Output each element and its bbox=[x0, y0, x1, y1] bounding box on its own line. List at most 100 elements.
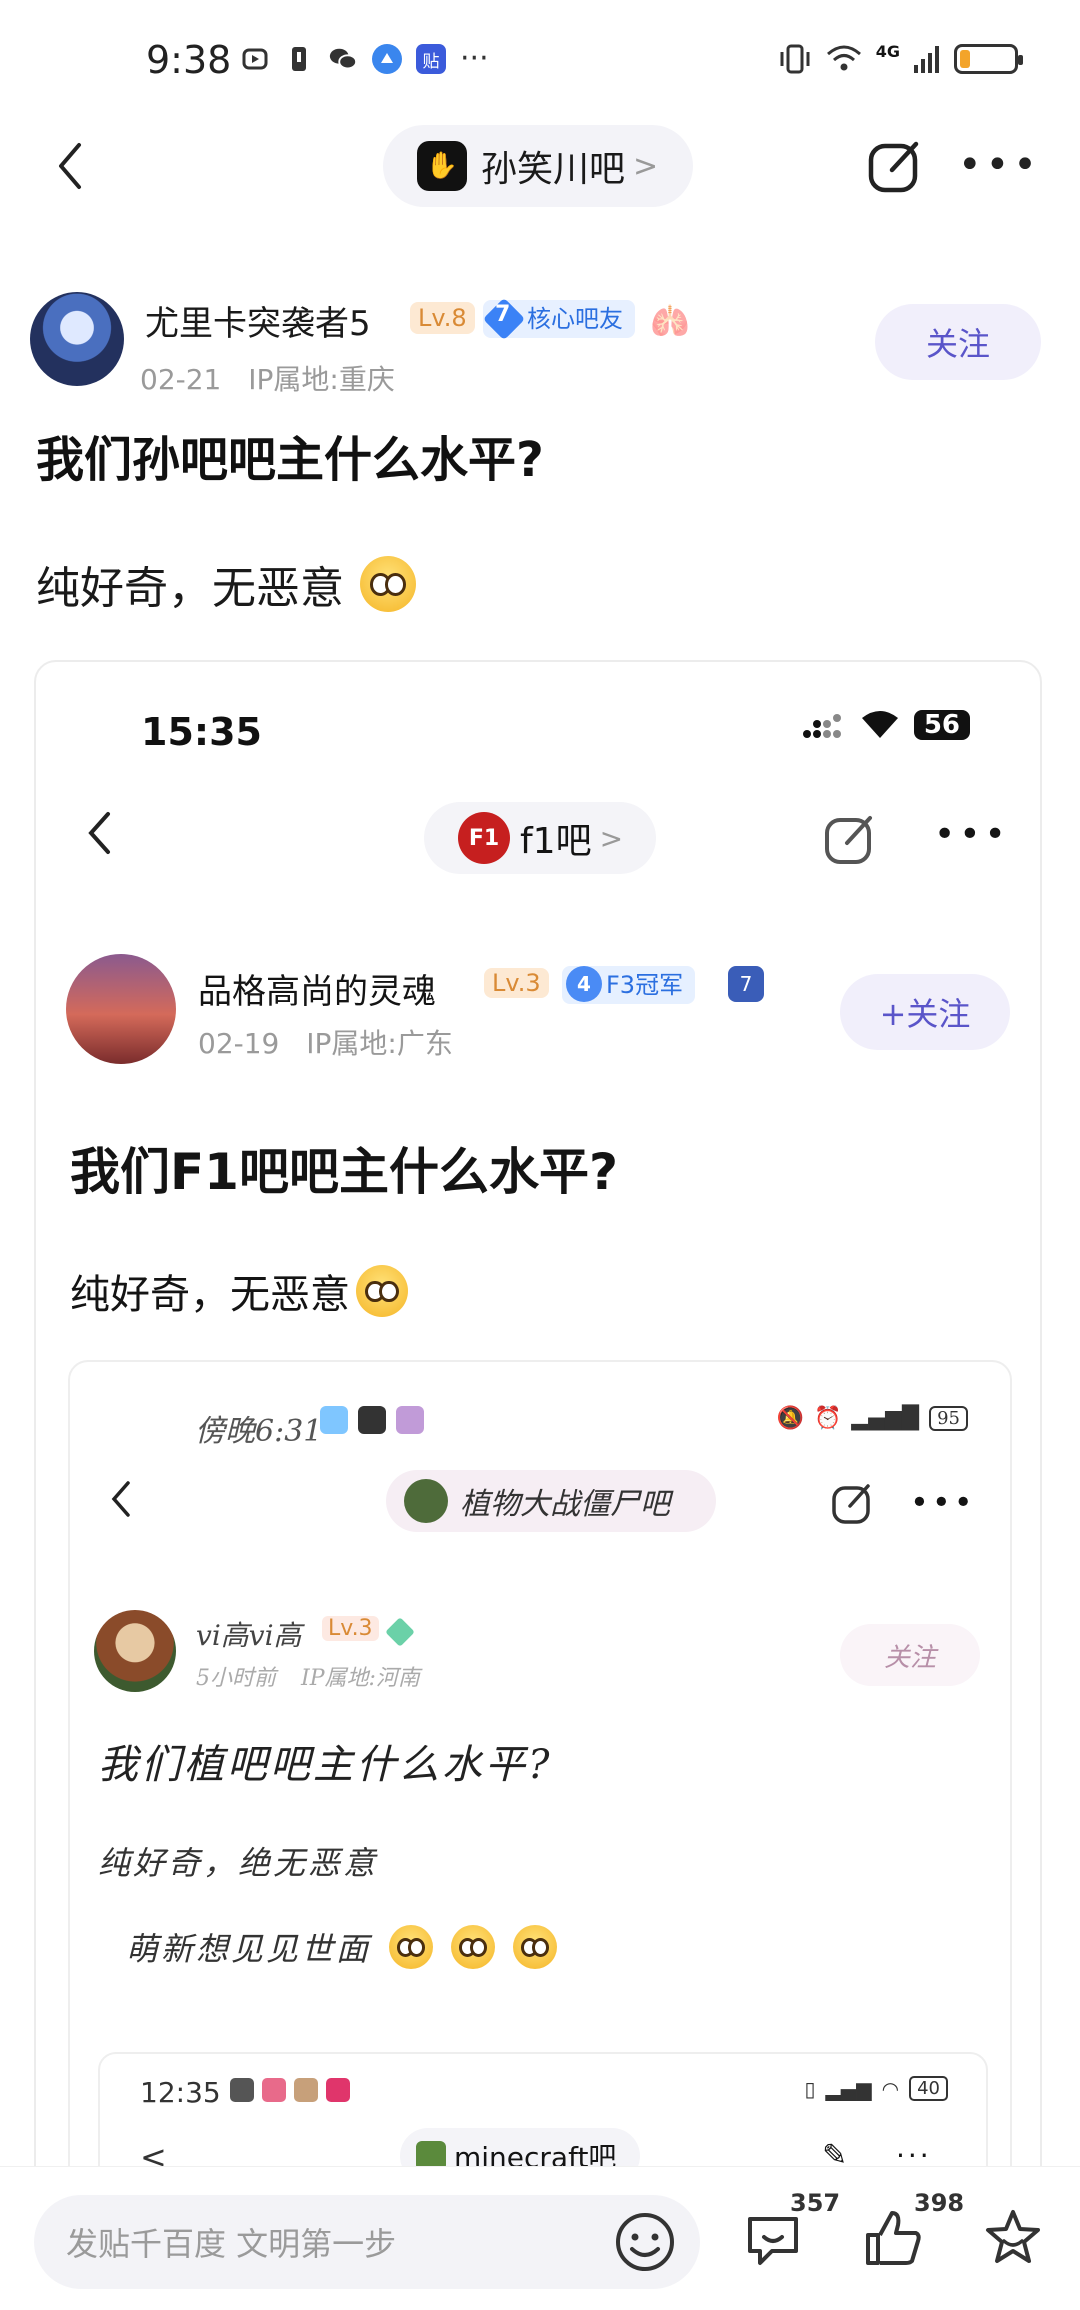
notification-icon bbox=[284, 44, 314, 74]
avatar bbox=[94, 1610, 176, 1692]
pleading-emoji-icon bbox=[513, 1925, 558, 1969]
follow-button[interactable]: 关注 bbox=[875, 304, 1041, 380]
app-icon bbox=[326, 2078, 350, 2102]
badge-number: 7 bbox=[495, 302, 511, 327]
embedded-post-title: 我们F1吧吧主什么水平? bbox=[70, 1143, 618, 1201]
signal-icon: ▂▄▆█ bbox=[851, 1406, 920, 1431]
vibrate-icon bbox=[780, 44, 810, 74]
nested-post-body-line2: 萌新想见见世面 bbox=[126, 1924, 558, 1970]
signal-icon: ▂▄▆ bbox=[825, 2076, 872, 2101]
forum-avatar: ✋ bbox=[417, 141, 467, 191]
avatar bbox=[66, 954, 176, 1064]
level-badge: Lv.3 bbox=[322, 1616, 379, 1641]
status-time: 9:38 bbox=[146, 38, 232, 82]
f1-forum-logo: F1 bbox=[458, 812, 510, 864]
emoji-picker-icon[interactable] bbox=[614, 2211, 676, 2273]
post-ip: IP属地:重庆 bbox=[248, 363, 395, 396]
post-author: 尤里卡突袭者5 Lv.8 核心吧友 7 🫁 02-21 IP属地:重庆 关注 bbox=[0, 282, 1080, 402]
battery-icon bbox=[954, 44, 1023, 74]
pleading-emoji-icon bbox=[356, 1265, 408, 1317]
edit-post-icon[interactable] bbox=[866, 138, 924, 196]
more-options-icon: ··· bbox=[896, 2139, 932, 2172]
top-nav: ✋ 孙笑川吧 > ••• bbox=[0, 120, 1080, 220]
chevron-right-icon: > bbox=[633, 148, 659, 184]
avatar[interactable] bbox=[30, 292, 124, 386]
deep-status-icons bbox=[230, 2078, 350, 2102]
embedded-author-name: 品格高尚的灵魂 bbox=[198, 972, 436, 1012]
nested-post-body-text: 萌新想见见世面 bbox=[126, 1930, 372, 1968]
post-date: 02-19 bbox=[198, 1027, 280, 1060]
nested-author-name: vi高vi高 bbox=[196, 1619, 302, 1652]
vibrate-icon: ▯ bbox=[804, 2076, 816, 2101]
deep-battery: 40 bbox=[909, 2076, 948, 2101]
embedded-battery: 56 bbox=[913, 710, 970, 740]
nested-post-body: 纯好奇，绝无恶意 bbox=[98, 1844, 379, 1882]
nested-forum-name: 植物大战僵尸吧 bbox=[460, 1487, 670, 1522]
status-right-icons: 4G bbox=[778, 42, 1023, 76]
post-meta: 02-21 IP属地:重庆 bbox=[140, 358, 395, 398]
wechat-icon bbox=[328, 44, 358, 74]
level-badge: Lv.3 bbox=[484, 968, 549, 998]
level-badge: Lv.8 bbox=[410, 302, 475, 334]
rank-badge-icon: 7 bbox=[728, 966, 764, 1002]
edit-post-icon bbox=[825, 816, 872, 864]
forum-link[interactable]: ✋ 孙笑川吧 > bbox=[383, 125, 693, 207]
comment-input[interactable]: 发贴千百度 文明第一步 bbox=[34, 2195, 700, 2289]
embedded-status-icons: 56 bbox=[802, 710, 970, 740]
nested-post-title: 我们植吧吧主什么水平? bbox=[98, 1742, 553, 1788]
back-arrow-icon bbox=[59, 143, 81, 189]
embedded-status-time: 15:35 bbox=[141, 710, 262, 754]
comment-count: 357 bbox=[790, 2189, 841, 2217]
nested-status-time: 傍晚6:31 bbox=[195, 1414, 323, 1449]
back-arrow-icon bbox=[111, 1481, 130, 1517]
post-image[interactable]: 15:35 56 F1 f1吧 > ••• 品格高尚的灵魂 Lv.3 F3冠军 … bbox=[34, 660, 1042, 2220]
deep-status-right: ▯ ▂▄▆ ◠ 40 bbox=[804, 2076, 948, 2101]
signal-icon bbox=[802, 714, 841, 738]
comment-placeholder: 发贴千百度 文明第一步 bbox=[66, 2225, 397, 2263]
back-button[interactable] bbox=[40, 136, 100, 196]
app-icon bbox=[358, 1406, 386, 1434]
lungs-icon: 🫁 bbox=[650, 302, 690, 340]
status-bar: 9:38 贴 ··· 4G bbox=[0, 0, 1080, 120]
post-date: 5小时前 bbox=[196, 1666, 276, 1691]
post-ip: IP属地:广东 bbox=[306, 1027, 453, 1060]
app-icon bbox=[230, 2078, 254, 2102]
status-left-icons: 贴 ··· bbox=[240, 44, 489, 74]
tieba-icon: 贴 bbox=[416, 44, 446, 74]
embedded-post-meta: 02-19 IP属地:广东 bbox=[198, 1022, 453, 1062]
embedded-post-body: 纯好奇，无恶意 bbox=[70, 1262, 408, 1320]
badge-number: 4 bbox=[566, 966, 602, 1002]
chevron-right-icon: > bbox=[599, 821, 624, 855]
more-options-icon: ••• bbox=[910, 1483, 976, 1521]
forum-avatar bbox=[404, 1479, 448, 1523]
bottom-bar: 发贴千百度 文明第一步 357 398 bbox=[0, 2166, 1080, 2310]
forum-name: 孙笑川吧 bbox=[481, 149, 626, 190]
app-icon bbox=[294, 2078, 318, 2102]
nested-post-meta: 5小时前 IP属地:河南 bbox=[196, 1660, 420, 1692]
wifi-icon: ◠ bbox=[881, 2076, 900, 2101]
nested-image: 傍晚6:31 🔕 ⏰ ▂▄▆█ 95 植物大战僵尸吧 ••• vi高vi高 Lv… bbox=[68, 1360, 1012, 2218]
post-date: 02-21 bbox=[140, 363, 222, 396]
embedded-post-body-text: 纯好奇，无恶意 bbox=[70, 1272, 350, 1318]
more-options-icon: ••• bbox=[934, 814, 1010, 855]
wifi-icon bbox=[861, 711, 898, 738]
like-count: 398 bbox=[914, 2189, 965, 2217]
edit-post-icon bbox=[832, 1484, 870, 1524]
app-icon bbox=[262, 2078, 286, 2102]
favorite-star-icon[interactable] bbox=[982, 2207, 1044, 2269]
browser-icon bbox=[372, 44, 402, 74]
signal-icon bbox=[914, 46, 939, 73]
alarm-icon: ⏰ bbox=[814, 1406, 842, 1431]
alarm-icon bbox=[240, 44, 270, 74]
mute-icon: 🔕 bbox=[776, 1406, 804, 1431]
nested-forum-link: 植物大战僵尸吧 bbox=[386, 1470, 716, 1532]
deep-status-time: 12:35 bbox=[140, 2076, 221, 2109]
author-name[interactable]: 尤里卡突袭者5 bbox=[145, 296, 371, 345]
nested-status-icons bbox=[320, 1406, 424, 1434]
gem-icon bbox=[385, 1617, 415, 1647]
pleading-emoji-icon bbox=[360, 556, 416, 612]
more-options-icon[interactable]: ••• bbox=[958, 145, 1041, 185]
post-ip: IP属地:河南 bbox=[301, 1666, 420, 1691]
nested-status-right: 🔕 ⏰ ▂▄▆█ 95 bbox=[777, 1406, 968, 1431]
embedded-forum-name: f1吧 bbox=[520, 821, 592, 862]
